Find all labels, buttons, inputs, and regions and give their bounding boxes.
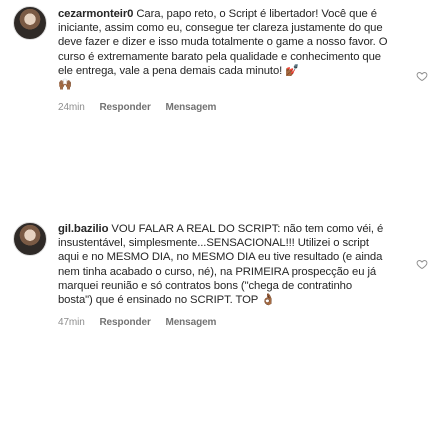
comment-username[interactable]: gil.bazilio (58, 223, 108, 235)
comment-time: 47min (58, 317, 85, 329)
heart-outline-icon[interactable] (416, 258, 428, 270)
comment-text: VOU FALAR A REAL DO SCRIPT: não tem como… (58, 223, 387, 307)
heart-outline-icon[interactable] (416, 70, 428, 82)
reply-button[interactable]: Responder (99, 317, 150, 328)
comment-time: 24min (58, 102, 85, 114)
avatar[interactable] (13, 6, 47, 40)
message-button[interactable]: Mensagem (165, 102, 216, 113)
comment-body: gil.bazilio VOU FALAR A REAL DO SCRIPT: … (58, 222, 388, 330)
comment-body: cezarmonteir0 Cara, papo reto, o Script … (58, 7, 388, 115)
comment-username[interactable]: cezarmonteir0 (58, 8, 133, 20)
comment-meta: 24min Responder Mensagem (58, 101, 388, 115)
message-button[interactable]: Mensagem (165, 317, 216, 328)
avatar[interactable] (13, 222, 47, 256)
comment-meta: 47min Responder Mensagem (58, 316, 388, 330)
reply-button[interactable]: Responder (99, 102, 150, 113)
comment-emoji-line: 🙌🏾 (58, 79, 72, 92)
comment-emoji: 👌🏾 (261, 294, 276, 307)
comment-emoji: 💅🏾 (285, 64, 300, 77)
